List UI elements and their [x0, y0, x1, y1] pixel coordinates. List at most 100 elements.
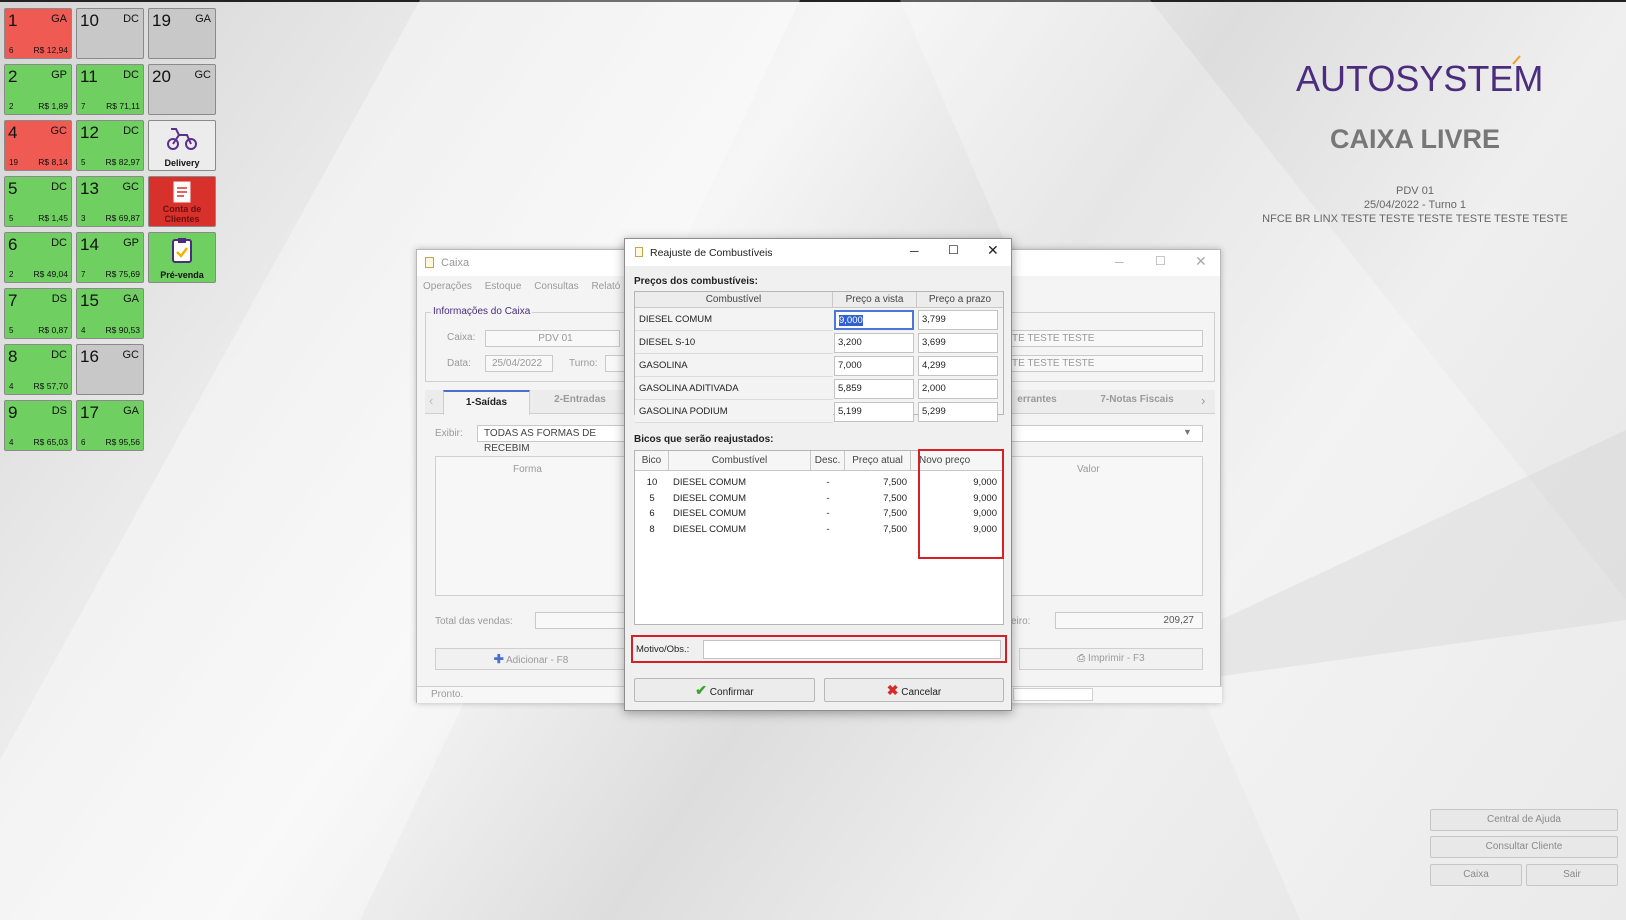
tab-entradas[interactable]: 2-Entradas [535, 394, 625, 405]
prices-table: Combustível Preço a vista Preço a prazo … [634, 291, 1004, 423]
bico-fuel: DIESEL COMUM [673, 492, 747, 504]
pump-fuel-code: DS [51, 405, 67, 417]
preco-prazo-input[interactable]: 3,699 [918, 333, 998, 353]
pump-tile-14[interactable]: 14 GP 7 R$ 75,69 [76, 232, 144, 283]
pump-tile-5[interactable]: 5 DC 5 R$ 1,45 [4, 176, 72, 227]
preco-vista-input[interactable]: 5,859 [834, 379, 914, 399]
menu-operacoes[interactable]: Operações [423, 281, 472, 292]
maximize-icon[interactable]: ☐ [1155, 254, 1166, 268]
preco-prazo-input[interactable]: 5,299 [918, 402, 998, 422]
pump-tile-10[interactable]: 10 DC [76, 8, 144, 59]
dinheiro-field: 209,27 [1055, 612, 1203, 629]
top-border [0, 0, 1626, 2]
bicos-header-combustivel: Combustível [669, 451, 811, 471]
pump-tile-11[interactable]: 11 DC 7 R$ 71,11 [76, 64, 144, 115]
caixa-button[interactable]: Caixa [1430, 864, 1522, 886]
pump-tile-20[interactable]: 20 GC [148, 64, 216, 115]
menu-estoque[interactable]: Estoque [485, 281, 522, 292]
motorcycle-icon [167, 128, 197, 150]
dialog-close-icon[interactable]: ✕ [987, 242, 999, 259]
central-ajuda-button[interactable]: Central de Ajuda [1430, 809, 1618, 831]
preco-vista-input[interactable]: 3,200 [834, 333, 914, 353]
selected-text: 9,000 [839, 315, 863, 326]
preco-prazo-input[interactable]: 3,799 [918, 310, 998, 330]
preco-vista-input[interactable]: 9,000 [834, 310, 914, 330]
pump-tile-4[interactable]: 4 GC 19 R$ 8,14 [4, 120, 72, 171]
pump-tile-17[interactable]: 17 GA 6 R$ 95,56 [76, 400, 144, 451]
preco-prazo-input[interactable]: 2,000 [918, 379, 998, 399]
pump-fuel-code: DC [123, 69, 139, 81]
consultar-cliente-button[interactable]: Consultar Cliente [1430, 836, 1618, 858]
dialog-minimize-icon[interactable]: ─ [910, 244, 919, 258]
motivo-input[interactable] [703, 640, 1001, 659]
pump-fuel-code: GP [51, 69, 67, 81]
tab-encerrantes[interactable]: errantes [1007, 394, 1067, 405]
preco-vista-input[interactable]: 5,199 [834, 402, 914, 422]
pump-tile-8[interactable]: 8 DC 4 R$ 57,70 [4, 344, 72, 395]
pdv-info: PDV 01 25/04/2022 - Turno 1 NFCE BR LINX… [1210, 184, 1620, 226]
close-icon[interactable]: ✕ [1195, 253, 1207, 270]
pump-tile-2[interactable]: 2 GP 2 R$ 1,89 [4, 64, 72, 115]
pump-tile-16[interactable]: 16 GC [76, 344, 144, 395]
plus-icon: ✚ [493, 652, 504, 666]
pump-amount: R$ 75,69 [105, 269, 141, 279]
preco-vista-input[interactable]: 7,000 [834, 356, 914, 376]
col-valor: Valor [1077, 464, 1100, 475]
adicionar-label: Adicionar - F8 [506, 655, 569, 666]
pump-tile-1[interactable]: 1 GA 6 R$ 12,94 [4, 8, 72, 59]
pump-number: 12 [80, 123, 99, 142]
pump-tile-7[interactable]: 7 DS 5 R$ 0,87 [4, 288, 72, 339]
motivo-label: Motivo/Obs.: [636, 644, 690, 655]
menu-consultas[interactable]: Consultas [534, 281, 578, 292]
col-forma: Forma [513, 464, 542, 475]
turno-label: Turno: [569, 358, 598, 369]
tab-scroll-left-icon[interactable]: ‹ [429, 393, 433, 408]
bicos-section-label: Bicos que serão reajustados: [634, 434, 774, 445]
pump-fuel-code: GA [195, 13, 211, 25]
chevron-down-icon[interactable]: ▼ [1183, 427, 1192, 437]
pump-tile-13[interactable]: 13 GC 3 R$ 69,87 [76, 176, 144, 227]
pump-count: 19 [9, 158, 18, 167]
imprimir-button[interactable]: ⎙ Imprimir - F3 [1019, 648, 1203, 670]
pump-fuel-code: DC [123, 125, 139, 137]
pump-count: 6 [81, 438, 86, 447]
conta-clientes-tile[interactable]: Conta de Clientes [148, 176, 216, 227]
dialog-maximize-icon[interactable]: ☐ [948, 243, 959, 257]
pump-number: 1 [8, 11, 18, 30]
pump-number: 2 [8, 67, 18, 86]
pump-tile-19[interactable]: 19 GA [148, 8, 216, 59]
pump-amount: R$ 71,11 [106, 101, 140, 111]
tab-notas-fiscais[interactable]: 7-Notas Fiscais [1087, 394, 1187, 405]
exibir-select[interactable]: TODAS AS FORMAS DE RECEBIM [477, 425, 627, 454]
delivery-tile[interactable]: Delivery [148, 120, 216, 171]
preco-prazo-input[interactable]: 4,299 [918, 356, 998, 376]
pump-tile-12[interactable]: 12 DC 5 R$ 82,97 [76, 120, 144, 171]
bico-desc: - [826, 508, 830, 519]
exibir-label: Exibir: [435, 428, 463, 439]
tab-scroll-right-icon[interactable]: › [1201, 393, 1205, 408]
exibir-select-right[interactable] [1007, 425, 1203, 442]
pump-fuel-code: DC [123, 13, 139, 25]
adicionar-button[interactable]: ✚ Adicionar - F8 [435, 648, 627, 670]
pump-number: 5 [8, 179, 18, 198]
cancelar-button[interactable]: ✖ Cancelar [824, 678, 1004, 702]
pump-fuel-code: DS [51, 293, 67, 305]
bico-number: 8 [649, 523, 655, 535]
pump-tile-15[interactable]: 15 GA 4 R$ 90,53 [76, 288, 144, 339]
data-field: 25/04/2022 [485, 355, 553, 372]
pump-amount: R$ 8,14 [38, 157, 68, 167]
reajuste-dialog: Reajuste de Combustíveis ─ ☐ ✕ Preços do… [624, 238, 1012, 711]
imprimir-label: Imprimir - F3 [1088, 653, 1145, 664]
confirmar-button[interactable]: ✔ Confirmar [634, 678, 815, 702]
pre-venda-tile[interactable]: Pré-venda [148, 232, 216, 283]
menu-relatorios[interactable]: Relató [591, 281, 620, 292]
document-icon [173, 181, 191, 203]
pump-amount: R$ 0,87 [38, 325, 68, 335]
tab-saidas[interactable]: 1-Saídas [443, 390, 530, 415]
pump-tile-9[interactable]: 9 DS 4 R$ 65,03 [4, 400, 72, 451]
pump-number: 14 [80, 235, 99, 254]
pump-tile-6[interactable]: 6 DC 2 R$ 49,04 [4, 232, 72, 283]
sair-button[interactable]: Sair [1526, 864, 1618, 886]
pdv-date-turn: 25/04/2022 - Turno 1 [1363, 199, 1467, 211]
minimize-icon[interactable]: ─ [1115, 255, 1124, 269]
